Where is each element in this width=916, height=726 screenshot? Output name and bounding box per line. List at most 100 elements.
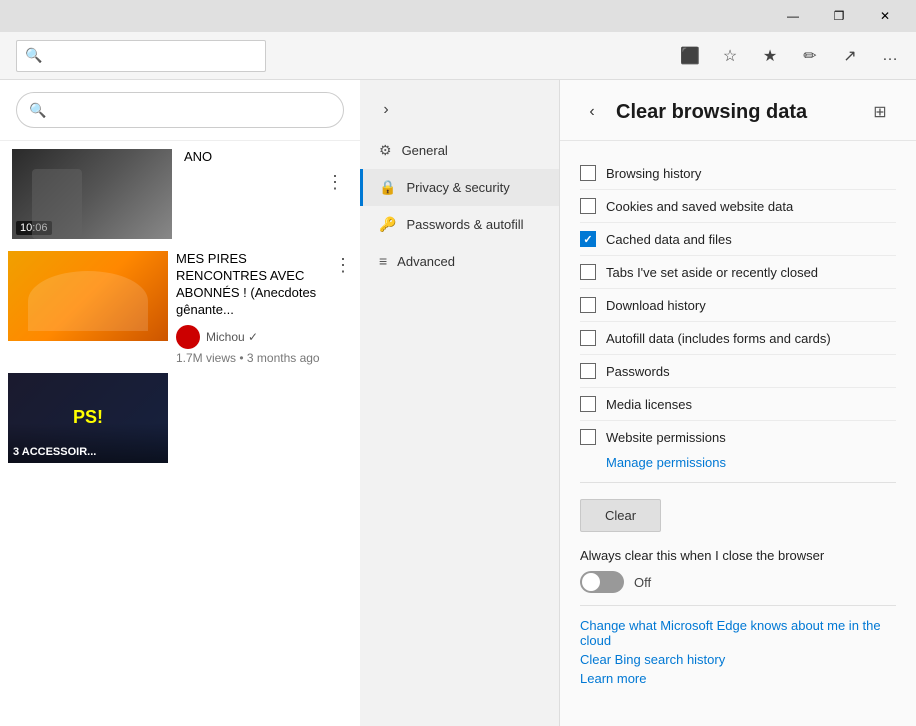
checkbox-0[interactable] — [580, 165, 596, 181]
checkbox-item-6: Passwords — [580, 355, 896, 388]
checkbox-item-5: Autofill data (includes forms and cards) — [580, 322, 896, 355]
video-meta — [176, 373, 352, 463]
checkbox-6[interactable] — [580, 363, 596, 379]
checkbox-item-0: Browsing history — [580, 157, 896, 190]
maximize-button[interactable]: ❐ — [816, 0, 862, 32]
checkbox-2[interactable] — [580, 231, 596, 247]
checkbox-1[interactable] — [580, 198, 596, 214]
checkbox-label-0: Browsing history — [606, 166, 701, 181]
checkbox-item-1: Cookies and saved website data — [580, 190, 896, 223]
sidebar-icon: ≡ — [379, 253, 387, 269]
toggle-knob — [582, 573, 600, 591]
change-edge-data-link[interactable]: Change what Microsoft Edge knows about m… — [580, 618, 896, 648]
always-clear-toggle[interactable] — [580, 571, 624, 593]
channel-row: Michou ✓ — [176, 325, 326, 349]
checkbox-4[interactable] — [580, 297, 596, 313]
sidebar-item-label: Privacy & security — [406, 180, 509, 195]
sidebar-item-label: Advanced — [397, 254, 455, 269]
sidebar-icon: ⚙ — [379, 142, 392, 159]
toolbar-icons: ⬛ ☆ ★ ✏ ↗ … — [672, 38, 908, 74]
sidebar-nav: ⚙ General 🔒 Privacy & security 🔑 Passwords & … — [360, 132, 559, 279]
checkbox-label-1: Cookies and saved website data — [606, 199, 793, 214]
video-title: ANO — [184, 149, 348, 166]
channel-name: Michou ✓ — [206, 330, 258, 344]
video-thumbnail[interactable]: 10:06 — [12, 149, 172, 239]
main-content: 🔍 10:06 ANO ⋮ — [0, 80, 916, 726]
clear-button[interactable]: Clear — [580, 499, 661, 532]
more-options-icon[interactable]: ⋮ — [326, 172, 344, 193]
manage-permissions-link[interactable]: Manage permissions — [606, 455, 896, 470]
sidebar-toggle-icon[interactable]: ⬛ — [672, 38, 708, 74]
video-grid: 10:06 ANO ⋮ MES PIRES RENCONTRES AVEC AB… — [0, 141, 360, 467]
panel-pin-button[interactable]: ⊞ — [864, 96, 896, 128]
checkbox-8[interactable] — [580, 429, 596, 445]
divider — [580, 482, 896, 483]
links-section: Change what Microsoft Edge knows about m… — [580, 618, 896, 686]
more-options-icon[interactable]: ⋮ — [334, 251, 352, 276]
list-item: 10:06 ANO ⋮ — [0, 141, 360, 247]
clear-browsing-data-panel: ‹ Clear browsing data ⊞ Browsing history… — [560, 80, 916, 726]
always-clear-label: Always clear this when I close the brows… — [580, 548, 896, 563]
list-item: MES PIRES RENCONTRES AVEC ABONNÉS ! (Ane… — [0, 247, 360, 369]
close-button[interactable]: ✕ — [862, 0, 908, 32]
checkbox-list: Browsing history Cookies and saved websit… — [580, 157, 896, 453]
favorites-icon[interactable]: ☆ — [712, 38, 748, 74]
checkbox-item-2: Cached data and files — [580, 223, 896, 256]
toggle-state-label: Off — [634, 575, 651, 590]
sidebar-item-passwords---autofill[interactable]: 🔑 Passwords & autofill — [360, 206, 559, 243]
panel-title: Clear browsing data — [616, 101, 864, 124]
list-item: PS! 3 ACCESSOIR... — [0, 369, 360, 467]
pen-icon[interactable]: ✏ — [792, 38, 828, 74]
checkbox-item-8: Website permissions — [580, 421, 896, 453]
video-meta: MES PIRES RENCONTRES AVEC ABONNÉS ! (Ane… — [176, 251, 326, 365]
checkbox-item-7: Media licenses — [580, 388, 896, 421]
search-icon: 🔍 — [25, 47, 42, 64]
panel-back-button[interactable]: ‹ — [576, 96, 608, 128]
sidebar-icon: 🔒 — [379, 179, 396, 196]
avatar — [176, 325, 200, 349]
sidebar-collapse-button[interactable]: › — [368, 92, 404, 128]
video-thumbnail[interactable]: PS! 3 ACCESSOIR... — [8, 373, 168, 463]
checkbox-5[interactable] — [580, 330, 596, 346]
video-stats: 1.7M views • 3 months ago — [176, 351, 326, 365]
panel-body: Browsing history Cookies and saved websit… — [560, 141, 916, 706]
sidebar-item-general[interactable]: ⚙ General — [360, 132, 559, 169]
checkbox-label-7: Media licenses — [606, 397, 692, 412]
settings-sidebar: › ⚙ General 🔒 Privacy & security 🔑 Passwords … — [360, 80, 560, 726]
checkbox-label-8: Website permissions — [606, 430, 726, 445]
search-bar-area: 🔍 — [0, 80, 360, 141]
address-bar[interactable]: 🔍 — [16, 40, 266, 72]
checkbox-label-4: Download history — [606, 298, 706, 313]
title-bar: — ❐ ✕ — [0, 0, 916, 32]
checkbox-7[interactable] — [580, 396, 596, 412]
toggle-section: Always clear this when I close the brows… — [580, 548, 896, 593]
webpage-panel: 🔍 10:06 ANO ⋮ — [0, 80, 360, 726]
minimize-button[interactable]: — — [770, 0, 816, 32]
divider-2 — [580, 605, 896, 606]
video-title: MES PIRES RENCONTRES AVEC ABONNÉS ! (Ane… — [176, 251, 326, 319]
collections-icon[interactable]: ★ — [752, 38, 788, 74]
share-icon[interactable]: ↗ — [832, 38, 868, 74]
sidebar-item-advanced[interactable]: ≡ Advanced — [360, 243, 559, 279]
checkbox-label-5: Autofill data (includes forms and cards) — [606, 331, 831, 346]
sidebar-icon: 🔑 — [379, 216, 396, 233]
toggle-row: Off — [580, 571, 896, 593]
search-icon: 🔍 — [29, 102, 46, 119]
sidebar-item-label: General — [402, 143, 448, 158]
panel-header: ‹ Clear browsing data ⊞ — [560, 80, 916, 141]
sidebar-item-label: Passwords & autofill — [406, 217, 523, 232]
checkbox-item-3: Tabs I've set aside or recently closed — [580, 256, 896, 289]
clear-bing-history-link[interactable]: Clear Bing search history — [580, 652, 896, 667]
checkbox-label-2: Cached data and files — [606, 232, 732, 247]
browser-chrome: 🔍 ⬛ ☆ ★ ✏ ↗ … — [0, 32, 916, 80]
checkbox-label-3: Tabs I've set aside or recently closed — [606, 265, 818, 280]
search-input[interactable]: 🔍 — [16, 92, 344, 128]
more-icon[interactable]: … — [872, 38, 908, 74]
checkbox-item-4: Download history — [580, 289, 896, 322]
checkbox-label-6: Passwords — [606, 364, 670, 379]
sidebar-item-privacy---security[interactable]: 🔒 Privacy & security — [360, 169, 559, 206]
learn-more-link[interactable]: Learn more — [580, 671, 896, 686]
video-thumbnail[interactable] — [8, 251, 168, 341]
video-meta: ANO ⋮ — [184, 149, 348, 239]
checkbox-3[interactable] — [580, 264, 596, 280]
